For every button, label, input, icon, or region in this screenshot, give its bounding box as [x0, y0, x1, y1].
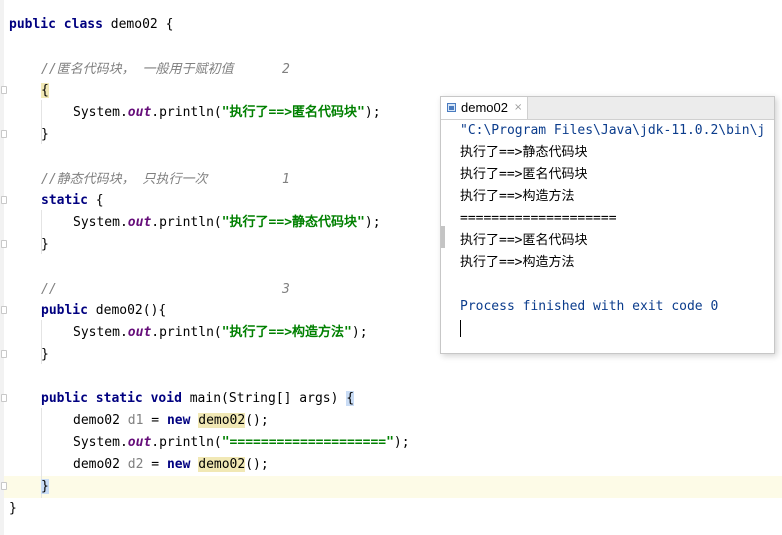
code-line-class-decl[interactable]: public class demo02 {: [9, 14, 173, 36]
console-exit-line: Process finished with exit code 0: [460, 299, 719, 314]
keyword: public: [9, 17, 56, 32]
code-line-new-d1[interactable]: demo02 d1 = new demo02();: [73, 410, 269, 432]
constructor-call: demo02: [198, 457, 246, 472]
keyword: static: [95, 391, 143, 406]
code-line-println-anon[interactable]: System.out.println("执行了==>匿名代码块");: [73, 102, 381, 124]
brace: {: [165, 17, 174, 32]
close-icon[interactable]: ×: [514, 97, 522, 119]
fold-marker-icon[interactable]: [1, 482, 7, 490]
console-line: "C:\Program Files\Java\jdk-11.0.2\bin\j: [460, 123, 766, 138]
fold-marker-icon[interactable]: [1, 350, 7, 358]
run-config-icon: [447, 103, 456, 112]
console-scroll-marker[interactable]: [441, 226, 445, 248]
code-line-class-close[interactable]: }: [9, 498, 17, 520]
fold-marker-icon[interactable]: [1, 86, 7, 94]
keyword: class: [63, 17, 103, 32]
caret-line-highlight: [4, 476, 782, 498]
keyword: static: [41, 193, 88, 208]
order-number: 1: [282, 172, 290, 187]
order-number: 3: [282, 282, 290, 297]
console-line: 执行了==>静态代码块: [460, 145, 588, 160]
string-literal: "执行了==>构造方法": [221, 325, 352, 340]
code-line-static[interactable]: static {: [41, 190, 104, 212]
console-text-cursor: [460, 320, 461, 337]
order-number: 2: [282, 62, 290, 77]
console-line: 执行了==>构造方法: [460, 189, 575, 204]
code-line-close-brace[interactable]: }: [41, 344, 49, 366]
code-line-comment[interactable]: //静态代码块， 只执行一次: [41, 169, 207, 191]
code-line-constructor-sig[interactable]: public demo02(){: [41, 300, 166, 322]
fold-marker-icon[interactable]: [1, 196, 7, 204]
comment-constructor: //: [41, 282, 57, 297]
run-output-window[interactable]: demo02 × "C:\Program Files\Java\jdk-11.0…: [440, 96, 775, 354]
code-line-close-brace[interactable]: }: [41, 234, 49, 256]
keyword: public: [41, 391, 88, 406]
code-line-new-d2[interactable]: demo02 d2 = new demo02();: [73, 454, 269, 476]
code-line-comment[interactable]: //: [41, 279, 57, 301]
fold-marker-icon[interactable]: [1, 394, 7, 402]
code-line-println-static[interactable]: System.out.println("执行了==>静态代码块");: [73, 212, 381, 234]
code-editor[interactable]: public class demo02 { //匿名代码块， 一般用于赋初值 2…: [0, 0, 782, 535]
code-line-open-brace[interactable]: {: [41, 80, 49, 102]
code-line-println-ctor[interactable]: System.out.println("执行了==>构造方法");: [73, 322, 368, 344]
tab-label: demo02: [461, 100, 508, 115]
keyword: public: [41, 303, 88, 318]
string-literal: "====================": [221, 435, 394, 450]
string-literal: "执行了==>静态代码块": [221, 215, 365, 230]
fold-marker-icon[interactable]: [1, 130, 7, 138]
comment-static-block: //静态代码块， 只执行一次: [41, 172, 208, 187]
code-line-close-brace[interactable]: }: [41, 124, 49, 146]
code-line-main-sig[interactable]: public static void main(String[] args) {: [41, 388, 355, 410]
run-tab-bar: demo02 ×: [441, 97, 774, 120]
code-line-close-brace[interactable]: }: [41, 476, 49, 498]
brace-matched: {: [41, 83, 49, 98]
fold-marker-icon[interactable]: [1, 306, 7, 314]
class-name: demo02: [110, 17, 158, 32]
constructor-call: demo02: [198, 413, 246, 428]
run-tab-demo02[interactable]: demo02 ×: [441, 97, 528, 119]
console-line: 执行了==>匿名代码块: [460, 167, 588, 182]
brace-matched: }: [41, 479, 49, 494]
code-line-println-sep[interactable]: System.out.println("====================…: [73, 432, 410, 454]
editor-gutter[interactable]: [0, 0, 4, 535]
console-line: ====================: [460, 211, 617, 226]
console-line: 执行了==>构造方法: [460, 255, 575, 270]
fold-marker-icon[interactable]: [1, 240, 7, 248]
console-line: 执行了==>匿名代码块: [460, 233, 588, 248]
console-output[interactable]: "C:\Program Files\Java\jdk-11.0.2\bin\j …: [441, 120, 774, 353]
brace-matched: {: [346, 391, 355, 406]
comment-anon-block: //匿名代码块， 一般用于赋初值: [41, 62, 234, 77]
keyword: void: [150, 391, 182, 406]
code-line-comment[interactable]: //匿名代码块， 一般用于赋初值: [41, 59, 233, 81]
string-literal: "执行了==>匿名代码块": [221, 105, 365, 120]
